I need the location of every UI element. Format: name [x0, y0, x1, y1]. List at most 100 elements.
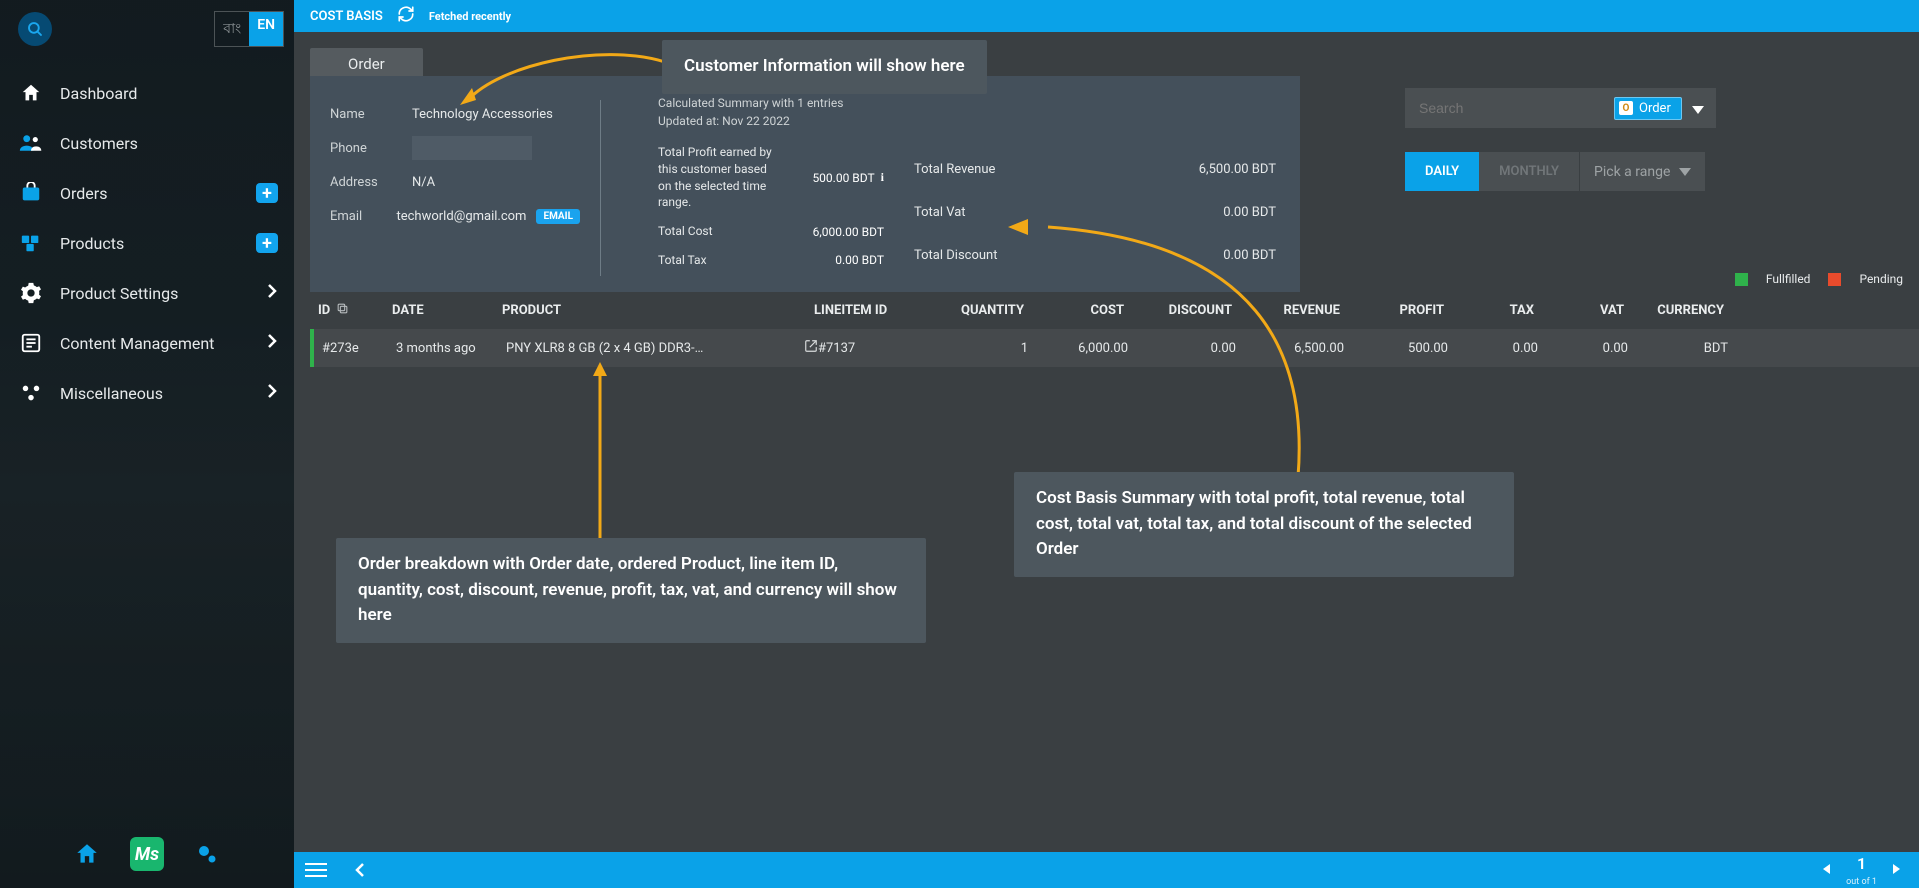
th-id[interactable]: ID	[318, 302, 392, 319]
nav-label: Miscellaneous	[60, 384, 163, 403]
range-picker[interactable]: Pick a range	[1579, 152, 1705, 191]
nav-label: Dashboard	[60, 84, 137, 103]
sidebar-search-button[interactable]	[18, 12, 52, 46]
th-profit[interactable]: PROFIT	[1400, 303, 1444, 318]
nav-product-settings[interactable]: Product Settings	[0, 268, 294, 318]
tooltip-customer-info: Customer Information will show here	[662, 40, 987, 94]
chevron-right-icon	[266, 382, 278, 404]
th-revenue[interactable]: REVENUE	[1283, 303, 1340, 318]
add-product-button[interactable]: +	[256, 233, 278, 253]
range-bar: DAILY MONTHLY Pick a range	[1405, 152, 1705, 191]
revenue-label: Total Revenue	[914, 162, 995, 177]
profit-label: Total Profit earned by this customer bas…	[658, 144, 778, 211]
summary-updated: Updated at: Nov 22 2022	[658, 112, 896, 130]
home-quick-button[interactable]	[72, 839, 102, 869]
fetch-status: Fetched recently	[429, 10, 511, 23]
cell-currency: BDT	[1704, 341, 1728, 356]
bottombar: 1out of 1	[294, 852, 1919, 888]
revenue-value: 6,500.00 BDT	[1199, 162, 1276, 177]
topbar: COST BASIS Fetched recently	[294, 0, 1919, 32]
email-badge[interactable]: EMAIL	[536, 209, 580, 224]
tooltip-cost-basis: Cost Basis Summary with total profit, to…	[1014, 472, 1514, 577]
th-currency[interactable]: CURRENCY	[1657, 303, 1724, 318]
main: Order NameTechnology Accessories Phone A…	[294, 32, 1919, 852]
summary-right: Total Revenue6,500.00 BDT Total Vat0.00 …	[896, 76, 1300, 300]
th-discount[interactable]: DISCOUNT	[1169, 303, 1232, 318]
customer-phone-redacted	[412, 136, 532, 160]
legend-fulfilled: Fullfilled	[1766, 272, 1811, 286]
app-logo-button[interactable]: Ms	[130, 837, 164, 871]
external-link-icon[interactable]	[804, 339, 818, 357]
th-tax[interactable]: TAX	[1510, 303, 1534, 318]
nav: Dashboard Customers Orders + Products + …	[0, 58, 294, 418]
th-lineitem[interactable]: LINEITEM ID	[814, 303, 922, 319]
language-toggle[interactable]: বাং EN	[214, 11, 284, 47]
pager-page: 1	[1846, 854, 1877, 873]
nav-customers[interactable]: Customers	[0, 118, 294, 168]
customer-email-label: Email	[330, 209, 396, 224]
nav-label: Orders	[60, 184, 107, 203]
refresh-icon[interactable]	[397, 5, 415, 27]
customer-address: N/A	[412, 175, 435, 190]
users-icon	[18, 132, 44, 154]
cell-tax: 0.00	[1513, 341, 1538, 356]
badge-letter: O	[1619, 101, 1633, 115]
legend: Fullfilled Pending	[1735, 272, 1903, 286]
tooltip-order-breakdown: Order breakdown with Order date, ordered…	[336, 538, 926, 643]
pager-prev[interactable]	[1822, 863, 1832, 877]
nav-orders[interactable]: Orders +	[0, 168, 294, 218]
chevron-right-icon	[266, 332, 278, 354]
cell-lineitem: #7137	[818, 341, 926, 356]
pager-next[interactable]	[1891, 863, 1901, 877]
th-date[interactable]: DATE	[392, 303, 502, 318]
customer-address-label: Address	[330, 175, 412, 190]
copy-icon[interactable]	[336, 302, 349, 319]
vat-value: 0.00 BDT	[1223, 205, 1276, 220]
search-scope-badge[interactable]: O Order	[1614, 97, 1682, 120]
back-button[interactable]	[338, 852, 382, 888]
table-row[interactable]: #273e 3 months ago PNY XLR8 8 GB (2 x 4 …	[310, 329, 1919, 367]
nav-miscellaneous[interactable]: Miscellaneous	[0, 368, 294, 418]
lang-en[interactable]: EN	[249, 12, 283, 46]
cell-id: #273e	[322, 341, 396, 356]
legend-pending: Pending	[1859, 272, 1903, 286]
nav-content-management[interactable]: Content Management	[0, 318, 294, 368]
tax-label: Total Tax	[658, 252, 707, 269]
th-vat[interactable]: VAT	[1600, 303, 1624, 318]
th-product[interactable]: PRODUCT	[502, 303, 814, 318]
menu-button[interactable]	[294, 852, 338, 888]
cell-product: PNY XLR8 8 GB (2 x 4 GB) DDR3-…	[506, 339, 818, 357]
nav-dashboard[interactable]: Dashboard	[0, 68, 294, 118]
customer-phone-label: Phone	[330, 141, 412, 156]
cost-label: Total Cost	[658, 223, 713, 240]
th-qty[interactable]: QUANTITY	[961, 303, 1024, 318]
table-header: ID DATE PRODUCT LINEITEM ID QUANTITY COS…	[310, 292, 1919, 329]
page-title: COST BASIS	[310, 9, 383, 24]
lang-bn[interactable]: বাং	[215, 12, 249, 46]
range-monthly[interactable]: MONTHLY	[1479, 152, 1579, 191]
badge-text: Order	[1639, 101, 1671, 116]
search-filter-bar: O Order	[1405, 88, 1705, 128]
cell-qty: 1	[1021, 341, 1028, 356]
nav-label: Customers	[60, 134, 138, 153]
settings-quick-button[interactable]	[192, 839, 222, 869]
cell-profit: 500.00	[1408, 341, 1448, 356]
nav-label: Product Settings	[60, 284, 178, 303]
nav-products[interactable]: Products +	[0, 218, 294, 268]
summary-left: Calculated Summary with 1 entries Update…	[600, 76, 896, 300]
tax-value: 0.00 BDT	[835, 253, 884, 267]
search-input[interactable]	[1405, 88, 1614, 128]
range-daily[interactable]: DAILY	[1405, 152, 1479, 191]
info-icon[interactable]: i	[881, 170, 884, 185]
legend-fulfilled-swatch	[1735, 273, 1748, 286]
cell-date: 3 months ago	[396, 341, 506, 356]
cell-cost: 6,000.00	[1078, 341, 1128, 356]
legend-pending-swatch	[1828, 273, 1841, 286]
add-order-button[interactable]: +	[256, 183, 278, 203]
chevron-right-icon	[266, 282, 278, 304]
orders-table: ID DATE PRODUCT LINEITEM ID QUANTITY COS…	[310, 292, 1919, 367]
th-cost[interactable]: COST	[1090, 303, 1124, 318]
dropdown-caret-icon[interactable]	[1692, 99, 1704, 118]
nav-label: Content Management	[60, 334, 214, 353]
home-icon	[18, 82, 44, 104]
